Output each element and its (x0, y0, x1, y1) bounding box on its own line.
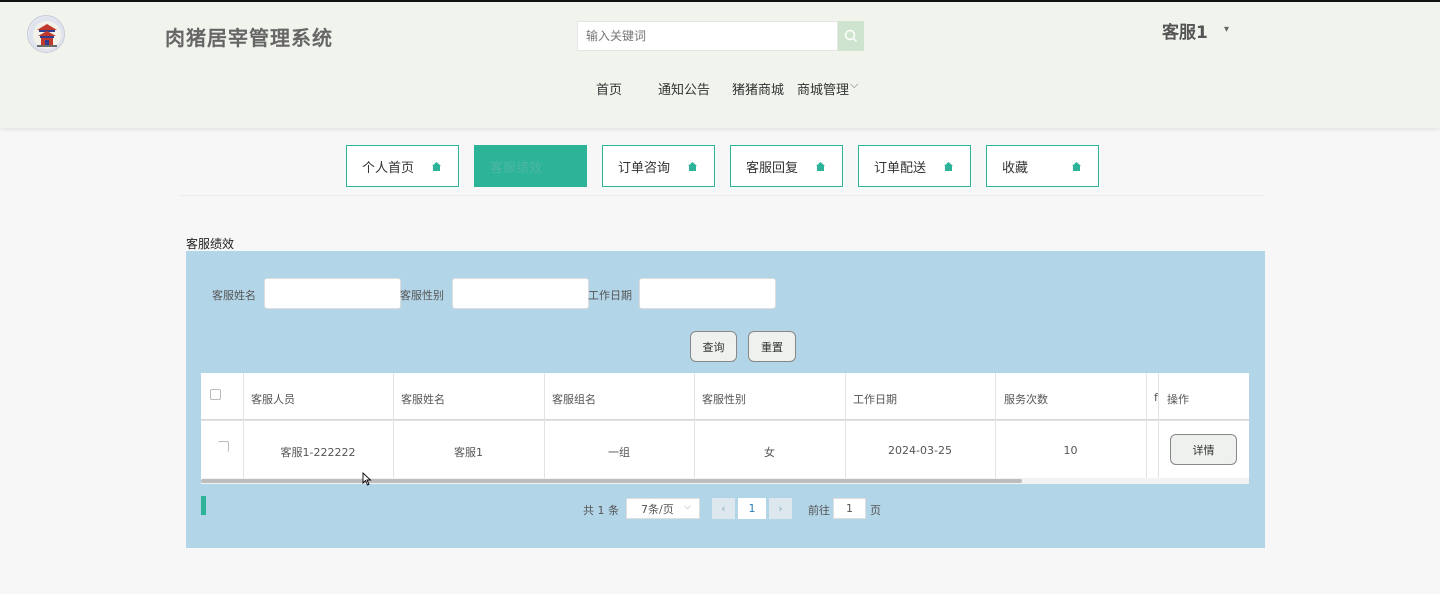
tab-label: 客服绩效 (490, 160, 543, 176)
goto-prefix: 前往 (808, 504, 830, 517)
col-divider (243, 373, 244, 478)
col-header-name: 客服姓名 (401, 393, 445, 406)
query-button[interactable]: 查询 (690, 331, 737, 362)
home-icon (944, 162, 953, 171)
nav-notices[interactable]: 通知公告 (658, 79, 710, 98)
col-divider (393, 373, 394, 478)
tab-label: 订单配送 (874, 160, 927, 176)
site-logo[interactable] (27, 15, 65, 53)
tab-service-performance[interactable]: 客服绩效 (474, 145, 587, 187)
top-header: 肉猪居宰管理系统 客服1 ▾ 首页 通知公告 猪猪商城 商城管理 ⌵ (0, 0, 1440, 128)
user-menu[interactable]: 客服1 (1162, 18, 1208, 43)
filter-name-input[interactable] (264, 278, 401, 309)
cell-group: 一组 (608, 446, 630, 459)
select-all-checkbox[interactable] (210, 389, 221, 400)
cell-gender: 女 (764, 446, 775, 459)
site-title: 肉猪居宰管理系统 (165, 26, 333, 50)
col-divider (544, 373, 545, 478)
col-header-action: 操作 (1167, 393, 1189, 406)
page-size-select[interactable]: 7条/页 ⌵ (626, 498, 700, 519)
tab-label: 客服回复 (746, 160, 799, 176)
search-input[interactable] (577, 21, 838, 51)
tab-label: 收藏 (1002, 160, 1029, 176)
home-icon (688, 162, 697, 171)
row-checkbox[interactable] (218, 441, 229, 452)
filter-label-name: 客服姓名 (212, 289, 256, 302)
table-header-divider (201, 420, 1249, 421)
col-divider (1158, 373, 1159, 478)
cell-name: 客服1 (454, 446, 483, 459)
col-divider (995, 373, 996, 478)
cell-date: 2024-03-25 (888, 444, 952, 457)
col-divider (1146, 373, 1147, 478)
temple-logo-icon (29, 17, 64, 52)
col-header-staff: 客服人员 (251, 393, 295, 406)
prev-page-button[interactable]: ‹ (712, 498, 735, 519)
tab-favorites[interactable]: 收藏 (986, 145, 1099, 187)
home-icon (816, 162, 825, 171)
reset-button[interactable]: 重置 (748, 331, 796, 362)
col-divider (845, 373, 846, 478)
current-page[interactable]: 1 (738, 498, 766, 519)
nav-shop-management[interactable]: 商城管理 (797, 79, 849, 98)
chevron-down-icon: ⌵ (684, 502, 691, 512)
goto-suffix: 页 (870, 504, 881, 517)
scrollbar-thumb[interactable] (201, 479, 1022, 483)
user-caret-icon[interactable]: ▾ (1224, 24, 1229, 35)
col-header-group: 客服组名 (552, 393, 596, 406)
goto-page-input[interactable]: 1 (833, 498, 866, 519)
search-box (577, 21, 864, 51)
nav-home[interactable]: 首页 (596, 79, 622, 98)
col-header-date: 工作日期 (853, 393, 897, 406)
pagination-total: 共 1 条 (583, 504, 619, 517)
filter-gender-input[interactable] (452, 278, 589, 309)
cell-staff: 客服1-222222 (280, 446, 356, 459)
mouse-cursor-icon (362, 472, 372, 486)
detail-button[interactable]: 详情 (1170, 434, 1237, 465)
home-icon (1072, 162, 1081, 171)
col-header-count: 服务次数 (1004, 393, 1048, 406)
tab-service-reply[interactable]: 客服回复 (730, 145, 843, 187)
tab-order-delivery[interactable]: 订单配送 (858, 145, 971, 187)
tab-personal-home[interactable]: 个人首页 (346, 145, 459, 187)
page-size-value: 7条/页 (641, 502, 674, 516)
accent-bar (201, 496, 206, 515)
cell-count: 10 (1063, 444, 1078, 457)
col-header-truncated: f (1154, 391, 1158, 404)
filter-date-input[interactable] (639, 278, 776, 309)
search-button[interactable] (838, 21, 864, 51)
col-header-gender: 客服性别 (702, 393, 746, 406)
data-table: 客服人员 客服姓名 客服组名 客服性别 工作日期 服务次数 f 操作 客服1-2… (201, 373, 1249, 484)
tab-label: 订单咨询 (618, 160, 671, 176)
nav-shop[interactable]: 猪猪商城 (732, 79, 784, 98)
search-icon (844, 29, 857, 42)
filter-label-gender: 客服性别 (400, 289, 444, 302)
tab-label: 个人首页 (362, 160, 415, 176)
section-title: 客服绩效 (186, 237, 235, 251)
home-icon (432, 162, 441, 171)
divider (180, 195, 1265, 196)
filter-label-date: 工作日期 (588, 289, 632, 302)
tab-order-inquiry[interactable]: 订单咨询 (602, 145, 715, 187)
col-divider (694, 373, 695, 478)
chevron-down-icon[interactable]: ⌵ (850, 78, 858, 92)
next-page-button[interactable]: › (769, 498, 792, 519)
